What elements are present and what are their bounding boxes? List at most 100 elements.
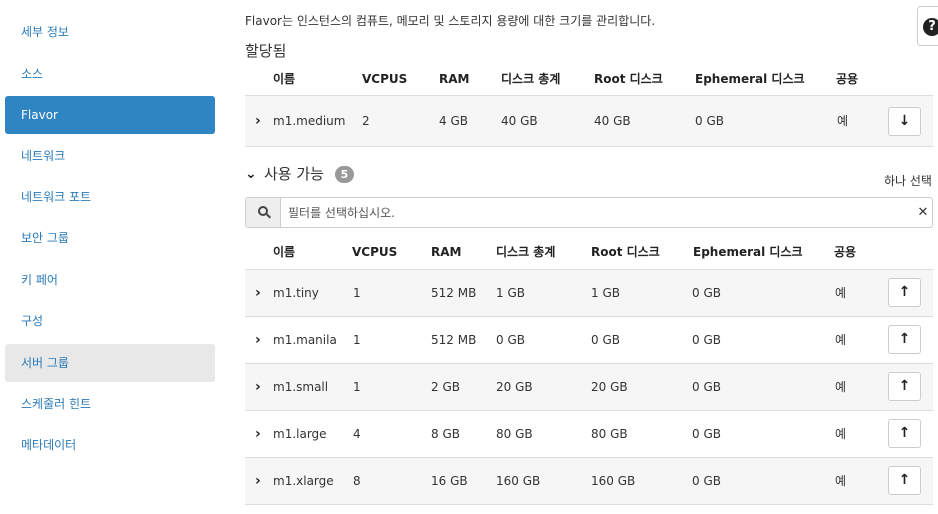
search-icon [246,198,281,227]
cell-ephemeral-disk: 0 GB [692,427,721,441]
table-row: › m1.manila 1 512 MB 0 GB 0 GB 0 GB 예 ↑ [245,317,933,364]
cell-ephemeral-disk: 0 GB [692,333,721,347]
sidebar-item-network-ports[interactable]: 네트워크 포트 [5,178,215,216]
cell-ephemeral-disk: 0 GB [692,474,721,488]
column-header-vcpus[interactable]: VCPUS [352,234,397,270]
allocate-button[interactable]: ↑ [888,278,921,307]
arrow-down-icon: ↓ [898,113,911,129]
allocate-button[interactable]: ↑ [888,325,921,354]
column-header-public[interactable]: 공용 [834,234,856,270]
chevron-right-icon[interactable]: › [255,411,261,457]
cell-name: m1.tiny [273,286,319,300]
table-row: › m1.large 4 8 GB 80 GB 80 GB 0 GB 예 ↑ [245,411,933,458]
allocate-button[interactable]: ↑ [888,466,921,495]
column-header-root-disk[interactable]: Root 디스크 [591,234,660,270]
chevron-right-icon[interactable]: › [255,96,261,146]
column-header-ephemeral-disk[interactable]: Ephemeral 디스크 [693,234,803,270]
chevron-right-icon[interactable]: › [255,364,261,410]
column-header-vcpus[interactable]: VCPUS [362,62,407,96]
sidebar-item-network[interactable]: 네트워크 [5,137,215,175]
cell-public: 예 [835,333,847,347]
cell-vcpus: 1 [353,333,361,347]
available-title: 사용 가능 [264,165,324,183]
available-table: 이름 VCPUS RAM 디스크 총계 Root 디스크 Ephemeral 디… [245,234,933,505]
sidebar-item-scheduler-hints[interactable]: 스케줄러 힌트 [5,385,215,423]
cell-vcpus: 1 [353,286,361,300]
column-header-name[interactable]: 이름 [273,234,295,270]
cell-name: m1.large [273,427,327,441]
cell-root-disk: 80 GB [591,427,628,441]
chevron-right-icon[interactable]: › [255,458,261,504]
cell-total-disk: 160 GB [496,474,541,488]
column-header-ephemeral-disk[interactable]: Ephemeral 디스크 [695,62,805,96]
arrow-up-icon: ↑ [898,284,911,300]
cell-ram: 512 MB [431,333,477,347]
cell-total-disk: 20 GB [496,380,533,394]
column-header-ram[interactable]: RAM [431,234,461,270]
chevron-right-icon[interactable]: › [255,270,261,316]
column-header-ram[interactable]: RAM [439,62,469,96]
column-header-total-disk[interactable]: 디스크 총계 [496,234,555,270]
deallocate-button[interactable]: ↓ [888,107,921,136]
cell-public: 예 [835,380,847,394]
cell-root-disk: 1 GB [591,286,620,300]
sidebar-item-security-groups[interactable]: 보안 그룹 [5,219,215,257]
cell-root-disk: 160 GB [591,474,636,488]
sidebar-item-key-pair[interactable]: 키 페어 [5,261,215,299]
wizard-sidebar: 세부 정보 소스 Flavor 네트워크 네트워크 포트 보안 그룹 키 페어 … [0,0,220,514]
allocate-button[interactable]: ↑ [888,419,921,448]
allocated-table: 이름 VCPUS RAM 디스크 총계 Root 디스크 Ephemeral 디… [245,62,933,147]
cell-name: m1.xlarge [273,474,334,488]
cell-vcpus: 2 [362,114,370,128]
table-row: › m1.xlarge 8 16 GB 160 GB 160 GB 0 GB 예… [245,458,933,505]
cell-total-disk: 40 GB [501,114,538,128]
filter-bar: ✕ [245,197,933,228]
cell-vcpus: 1 [353,380,361,394]
cell-name: m1.manila [273,333,337,347]
column-header-public[interactable]: 공용 [836,62,858,96]
help-button[interactable]: ? [917,6,938,46]
column-header-root-disk[interactable]: Root 디스크 [594,62,663,96]
cell-total-disk: 0 GB [496,333,525,347]
cell-ephemeral-disk: 0 GB [692,380,721,394]
cell-ram: 512 MB [431,286,477,300]
select-one-hint: 하나 선택 [884,174,932,188]
table-row: › m1.small 1 2 GB 20 GB 20 GB 0 GB 예 ↑ [245,364,933,411]
cell-ephemeral-disk: 0 GB [692,286,721,300]
cell-vcpus: 8 [353,474,361,488]
cell-public: 예 [837,114,849,128]
cell-ram: 16 GB [431,474,468,488]
chevron-right-icon[interactable]: › [255,317,261,363]
cell-ram: 2 GB [431,380,460,394]
arrow-up-icon: ↑ [898,378,911,394]
cell-public: 예 [835,427,847,441]
cell-total-disk: 1 GB [496,286,525,300]
clear-filter-icon[interactable]: ✕ [914,198,932,227]
filter-input[interactable] [288,198,908,227]
arrow-up-icon: ↑ [898,425,911,441]
sidebar-item-source[interactable]: 소스 [5,55,215,93]
cell-ram: 8 GB [431,427,460,441]
sidebar-item-flavor[interactable]: Flavor [5,96,215,134]
chevron-down-icon[interactable]: ⌄ [245,162,257,186]
question-circle-icon: ? [923,18,938,36]
allocate-button[interactable]: ↑ [888,372,921,401]
cell-root-disk: 40 GB [594,114,631,128]
cell-vcpus: 4 [353,427,361,441]
table-header: 이름 VCPUS RAM 디스크 총계 Root 디스크 Ephemeral 디… [245,62,933,96]
allocated-title: 할당됨 [245,42,287,60]
table-header: 이름 VCPUS RAM 디스크 총계 Root 디스크 Ephemeral 디… [245,234,933,270]
cell-ephemeral-disk: 0 GB [695,114,724,128]
cell-name: m1.medium [273,114,346,128]
sidebar-item-configuration[interactable]: 구성 [5,302,215,340]
arrow-up-icon: ↑ [898,472,911,488]
cell-public: 예 [835,286,847,300]
sidebar-item-metadata[interactable]: 메타데이터 [5,426,215,464]
available-count-badge: 5 [335,166,354,183]
flavor-panel: Flavor는 인스턴스의 컴퓨트, 메모리 및 스토리지 용량에 대한 크기를… [244,0,938,514]
column-header-name[interactable]: 이름 [273,62,295,96]
sidebar-item-server-groups[interactable]: 서버 그룹 [5,344,215,382]
column-header-total-disk[interactable]: 디스크 총계 [501,62,560,96]
sidebar-item-details[interactable]: 세부 정보 [5,13,215,51]
cell-name: m1.small [273,380,329,394]
